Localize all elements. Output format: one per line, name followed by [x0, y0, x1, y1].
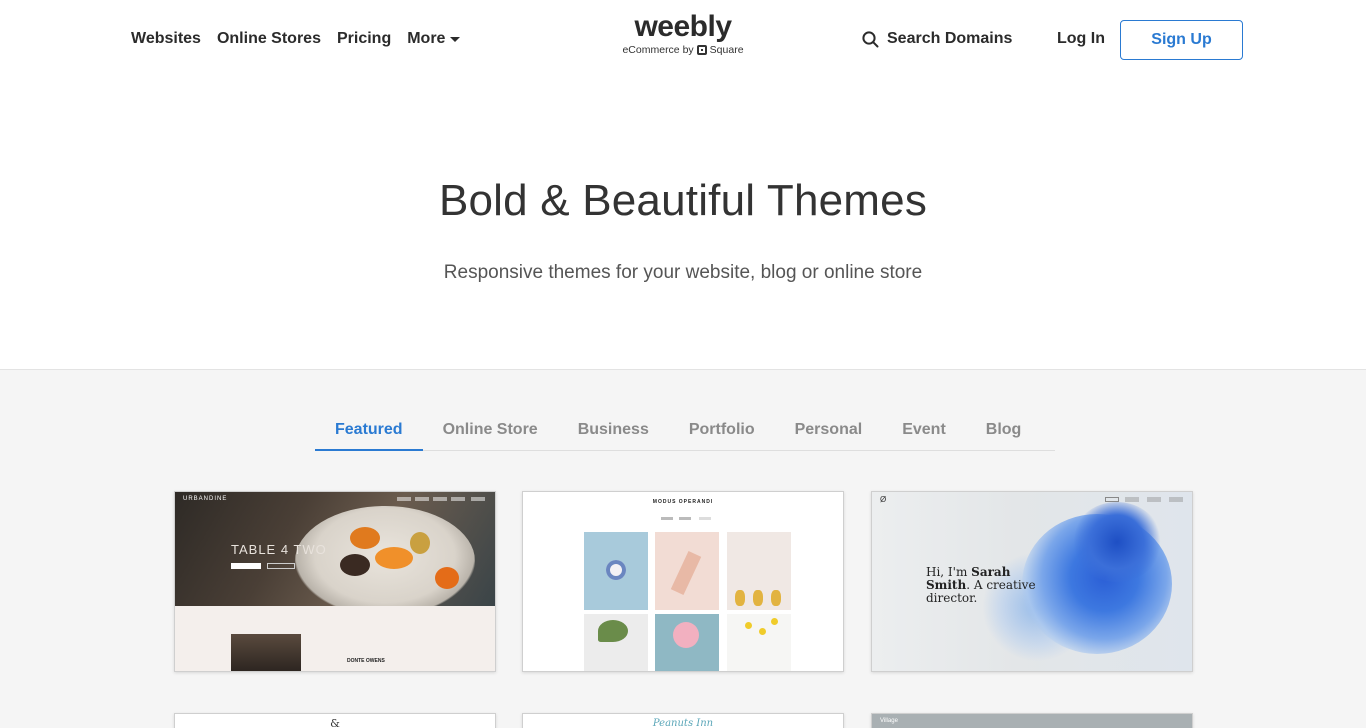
theme-nav-item — [471, 497, 485, 501]
search-icon — [862, 30, 879, 47]
nav-pricing[interactable]: Pricing — [337, 30, 391, 48]
chef-photo — [231, 634, 301, 671]
theme-nav-item — [1125, 497, 1139, 502]
theme-brand: Ø — [880, 495, 887, 504]
theme-nav-item — [699, 517, 711, 520]
theme-brand: MODUS OPERANDI — [652, 499, 714, 505]
theme-nav-item — [451, 497, 465, 501]
nav-websites[interactable]: Websites — [131, 30, 201, 48]
theme-card-6[interactable]: Village — [871, 713, 1193, 728]
search-domains-label: Search Domains — [887, 30, 1013, 47]
headline-part: Hi, I'm — [926, 565, 972, 579]
tab-business[interactable]: Business — [558, 409, 669, 451]
flower-image — [759, 628, 766, 635]
theme-nav-item — [1147, 497, 1161, 502]
tab-blog[interactable]: Blog — [966, 409, 1042, 451]
theme-content-area — [175, 606, 495, 671]
weebly-logo[interactable]: weebly eCommerce by Square — [612, 10, 754, 57]
logo-tagline-prefix: eCommerce by — [622, 44, 694, 56]
square-logo-icon — [696, 45, 707, 55]
logo-tagline: eCommerce by Square — [612, 44, 754, 56]
search-domains-link[interactable]: Search Domains — [862, 30, 1012, 48]
pineapple-image — [753, 590, 763, 606]
flower-image — [771, 618, 778, 625]
theme-nav-item — [415, 497, 429, 501]
main-nav: Websites Online Stores Pricing More — [131, 30, 461, 48]
theme-preview-image: URBANDINE TABLE 4 TWO — [175, 492, 495, 616]
pineapple-image — [771, 590, 781, 606]
login-link[interactable]: Log In — [1057, 30, 1105, 48]
flower-image — [606, 560, 626, 580]
theme-nav-item — [679, 517, 691, 520]
gerbera-image — [673, 622, 699, 648]
leaf-photo — [584, 614, 648, 671]
food-image — [410, 532, 430, 554]
theme-card-5[interactable]: Peanuts Inn — [522, 713, 844, 728]
food-image — [340, 554, 370, 576]
food-image — [350, 527, 380, 549]
theme-brand: Village — [880, 718, 898, 724]
theme-nav-item — [397, 497, 411, 501]
theme-button — [231, 563, 261, 569]
signup-button[interactable]: Sign Up — [1120, 20, 1243, 60]
theme-brand: Peanuts Inn — [652, 718, 714, 728]
hands-photo — [655, 532, 719, 610]
theme-brand: & — [330, 717, 340, 728]
theme-nav-item — [1169, 497, 1183, 502]
leaf-image — [598, 620, 628, 642]
pineapple-image — [735, 590, 745, 606]
theme-card-modus-operandi[interactable]: MODUS OPERANDI — [522, 491, 844, 672]
theme-brand: URBANDINE — [183, 496, 228, 502]
tab-portfolio[interactable]: Portfolio — [669, 409, 775, 451]
theme-card-4[interactable]: & — [174, 713, 496, 728]
food-image — [375, 547, 413, 569]
logo-wordmark: weebly — [634, 10, 732, 43]
nav-more[interactable]: More — [407, 30, 461, 48]
theme-nav-item — [661, 517, 673, 520]
flower-photo — [584, 532, 648, 610]
food-image — [435, 567, 459, 589]
blue-smoke-image — [1072, 502, 1162, 582]
pineapples-photo — [727, 532, 791, 610]
nav-online-stores[interactable]: Online Stores — [217, 30, 321, 48]
page-title: Bold & Beautiful Themes — [438, 176, 928, 225]
nav-more-label: More — [407, 30, 446, 47]
theme-person-name: DONTE OWENS — [347, 658, 385, 664]
tab-personal[interactable]: Personal — [775, 409, 883, 451]
caret-down-icon — [450, 36, 461, 42]
theme-nav-item — [1105, 497, 1119, 502]
theme-preview-image — [872, 714, 1192, 728]
logo-tagline-brand: Square — [709, 44, 744, 56]
theme-nav-item — [433, 497, 447, 501]
tab-online-store[interactable]: Online Store — [423, 409, 558, 451]
theme-headline: Hi, I'm Sarah Smith. A creative director… — [926, 566, 1046, 605]
tab-featured[interactable]: Featured — [315, 409, 423, 451]
page-subtitle: Responsive themes for your website, blog… — [443, 262, 923, 283]
yellow-flowers-photo — [727, 614, 791, 671]
gerbera-photo — [655, 614, 719, 671]
hand-image — [670, 551, 702, 595]
theme-button — [267, 563, 295, 569]
site-header: Websites Online Stores Pricing More weeb… — [0, 0, 1366, 80]
theme-card-sarah-smith[interactable]: Ø Hi, I'm Sarah Smith. A creative direct… — [871, 491, 1193, 672]
flower-image — [745, 622, 752, 629]
theme-category-tabs: Featured Online Store Business Portfolio… — [315, 409, 1055, 451]
theme-headline: TABLE 4 TWO — [231, 542, 327, 557]
tab-event[interactable]: Event — [882, 409, 966, 451]
theme-card-urbandine[interactable]: URBANDINE TABLE 4 TWO DONTE OWENS — [174, 491, 496, 672]
